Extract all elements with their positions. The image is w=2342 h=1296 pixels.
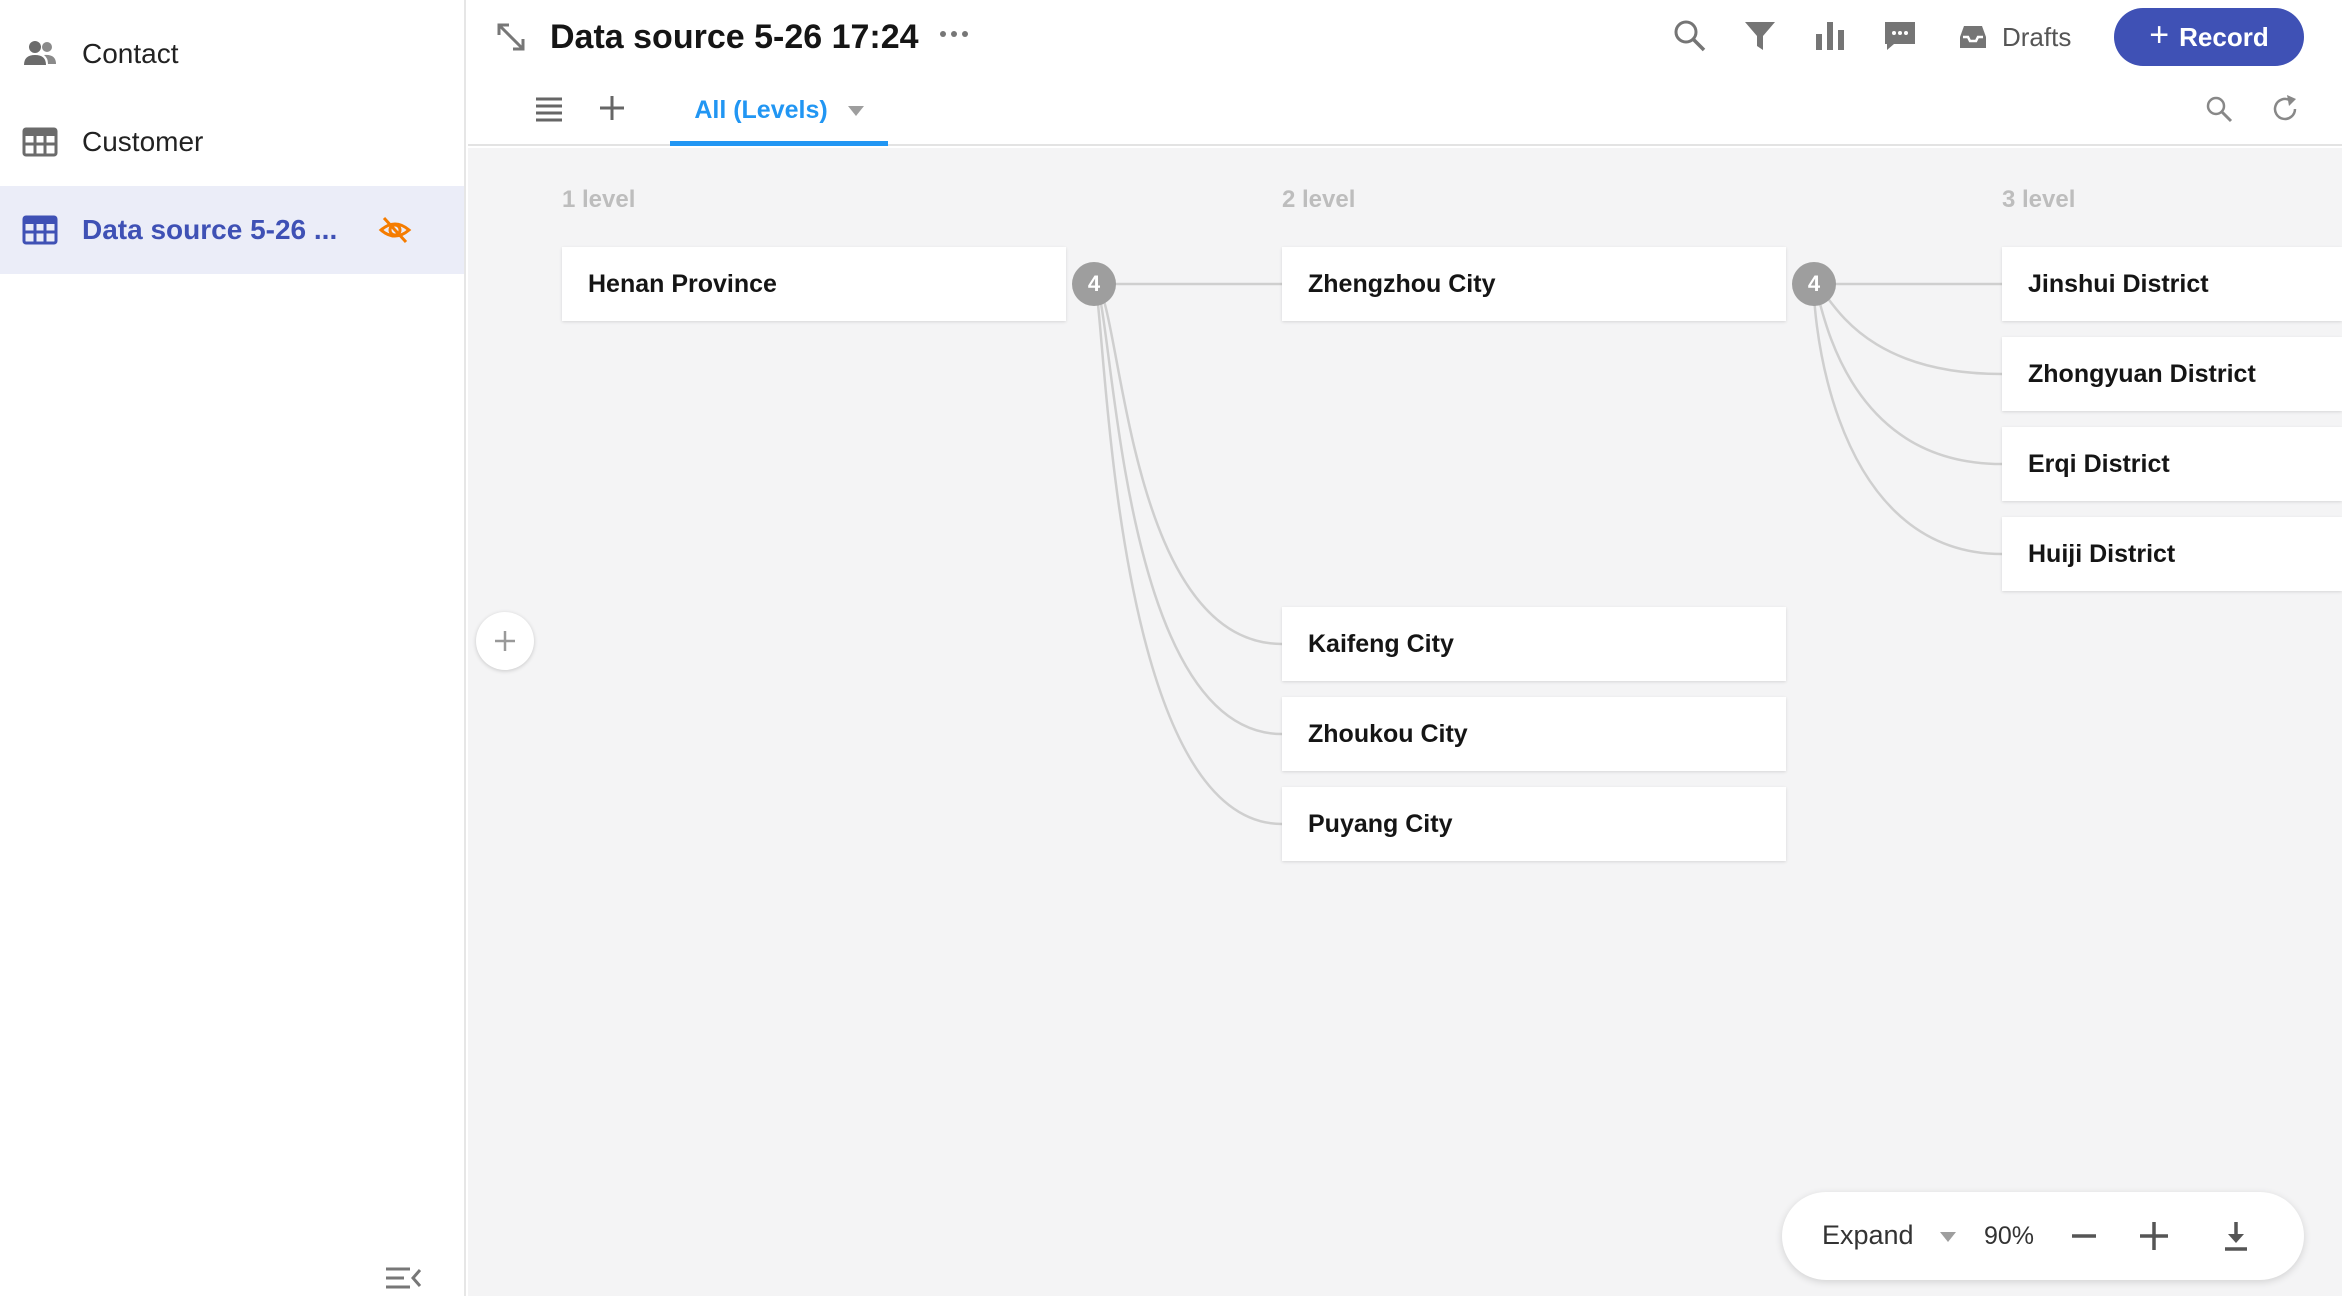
tab-all-levels[interactable]: All (Levels)	[670, 80, 888, 146]
link-line	[1092, 282, 1283, 826]
node-erqi-district[interactable]: Erqi District	[2002, 427, 2342, 501]
sidebar-item-data-source[interactable]: Data source 5-26 ...	[0, 186, 464, 274]
node-jinshui-district[interactable]: Jinshui District	[2002, 247, 2342, 321]
contacts-icon	[24, 41, 56, 65]
eye-off-icon[interactable]	[378, 214, 412, 246]
chart-icon[interactable]	[1812, 18, 1848, 54]
inbox-icon	[1960, 26, 1986, 48]
zoom-level: 90%	[1984, 1222, 2035, 1250]
sidebar-item-label: Contact	[82, 38, 179, 69]
sidebar-item-customer[interactable]: Customer	[0, 98, 464, 186]
zoom-toolbar: Expand 90%	[1782, 1192, 2304, 1280]
search-icon[interactable]	[1672, 18, 1708, 54]
node-huiji-district[interactable]: Huiji District	[2002, 517, 2342, 591]
link-line	[1813, 282, 2003, 376]
node-zhengzhou-city[interactable]: Zhengzhou City	[1282, 247, 1786, 321]
add-root-node-button[interactable]	[476, 612, 534, 670]
zoom-out-icon[interactable]	[2066, 1218, 2102, 1254]
node-henan-province[interactable]: Henan Province	[562, 247, 1066, 321]
caret-down-icon[interactable]	[847, 105, 864, 116]
plus-icon: +	[2149, 16, 2170, 54]
children-count-badge[interactable]: 4	[1792, 262, 1836, 306]
hierarchy-canvas[interactable]: 1 level 2 level 3 level Henan Province 4…	[468, 148, 2342, 1296]
node-zhoukou-city[interactable]: Zhoukou City	[1282, 697, 1786, 771]
view-list-icon[interactable]	[534, 96, 564, 122]
header: Data source 5-26 17:24 Drafts + Record A…	[468, 0, 2342, 146]
node-kaifeng-city[interactable]: Kaifeng City	[1282, 607, 1786, 681]
download-icon[interactable]	[2218, 1218, 2254, 1254]
sidebar-item-label: Customer	[82, 126, 204, 157]
drafts-button[interactable]: Drafts	[1958, 18, 2071, 56]
comment-icon[interactable]	[1882, 18, 1918, 54]
node-zhongyuan-district[interactable]: Zhongyuan District	[2002, 337, 2342, 411]
link-line	[1812, 282, 2003, 556]
table-icon	[22, 215, 58, 245]
link-line	[1092, 282, 1283, 736]
filter-icon[interactable]	[1742, 18, 1778, 54]
sidebar: Contact Customer Data source 5-26 ...	[0, 0, 466, 1296]
more-icon[interactable]	[938, 28, 970, 40]
table-icon	[22, 127, 58, 157]
expand-icon[interactable]	[494, 20, 528, 54]
caret-down-icon[interactable]	[1940, 1232, 1956, 1242]
expand-dropdown[interactable]: Expand	[1822, 1220, 1914, 1251]
link-line	[1093, 282, 1283, 646]
sidebar-item-label: Data source 5-26 ...	[82, 214, 338, 245]
plus-icon	[495, 631, 515, 651]
children-count-badge[interactable]: 4	[1072, 262, 1116, 306]
sidebar-item-contact[interactable]: Contact	[0, 10, 464, 98]
search-icon[interactable]	[2204, 94, 2234, 124]
zoom-in-icon[interactable]	[2136, 1218, 2172, 1254]
node-puyang-city[interactable]: Puyang City	[1282, 787, 1786, 861]
add-record-button[interactable]: + Record	[2114, 8, 2304, 66]
collapse-sidebar-icon[interactable]	[384, 1264, 422, 1292]
page-title: Data source 5-26 17:24	[550, 18, 919, 56]
add-view-icon[interactable]	[598, 94, 626, 122]
refresh-icon[interactable]	[2270, 94, 2300, 124]
